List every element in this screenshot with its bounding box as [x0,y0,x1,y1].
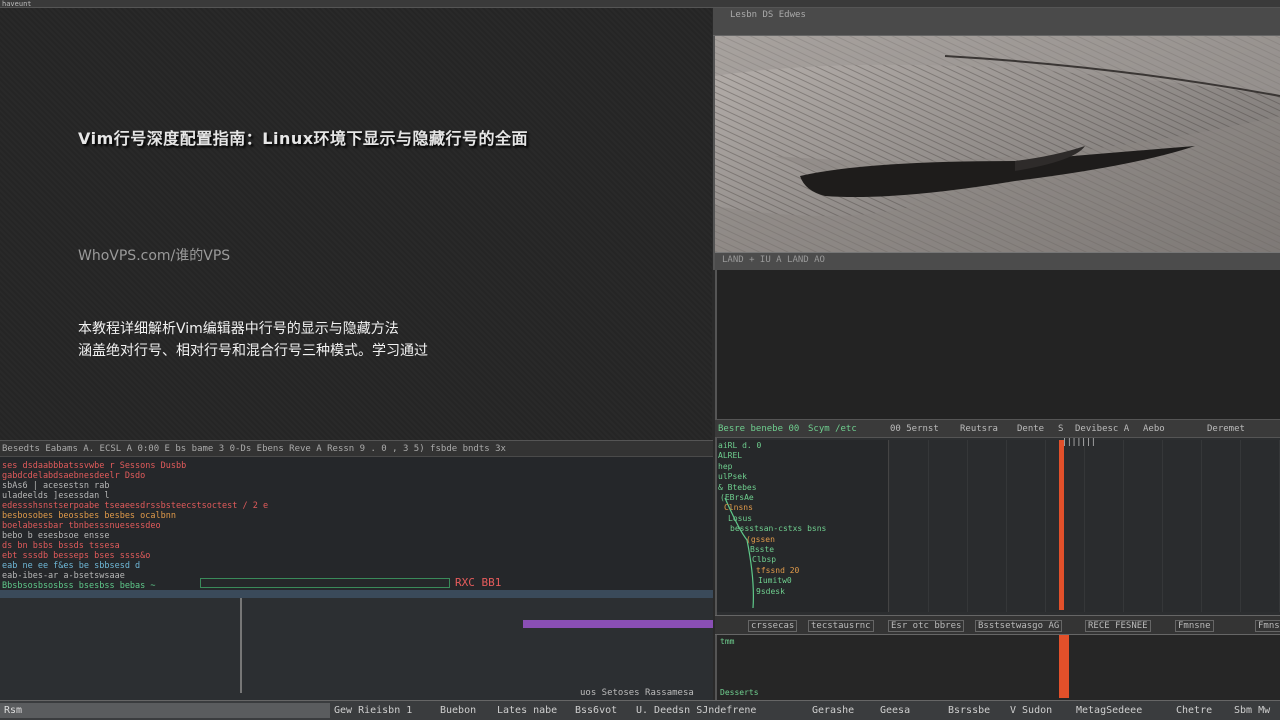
tree-item[interactable]: hep [718,462,732,471]
sand-dune-photo [715,36,1280,252]
taskbar-item[interactable]: Buebon [440,705,476,717]
hero-panel [0,8,712,440]
taskbar-item[interactable]: Sbm Mw [1234,705,1270,717]
tree-item[interactable]: Clbsp [752,555,776,564]
status-cell[interactable]: Fmnsne [1175,620,1214,632]
timeline-tab[interactable]: Devibesc A [1075,424,1129,434]
terminal-lower-pane [0,598,713,700]
status-cell[interactable]: RECE FESNEE [1085,620,1151,632]
tree-item[interactable]: 9sdesk [756,587,785,596]
terminal-line: gabdcdelabdsaebnesdeelr Dsdo [2,471,146,481]
tree-item[interactable]: (gssen [746,535,775,544]
image-viewer-footer-text: LAND + IU A LAND AO [722,255,825,265]
terminal-line: sbAs6 | acesestsn rab [2,481,110,491]
timeline-tab[interactable]: Aebo [1143,424,1165,434]
playhead-marker[interactable] [1059,440,1064,610]
pane-divider[interactable] [240,598,242,693]
tree-item[interactable]: ALREL [718,451,742,460]
tree-item[interactable]: & Btebes [718,483,757,492]
timeline-tab[interactable]: Reutsra [960,424,998,434]
tree-item[interactable]: Losus [728,514,752,523]
terminal-line: ebt sssdb besseps bses ssss&o [2,551,151,561]
taskbar-item[interactable]: Bsrssbe [948,705,990,717]
taskbar-item[interactable]: Bss6vot [575,705,617,717]
sand-dune-image [715,36,1280,252]
terminal-line: boelabessbar tbnbesssnuesessdeo [2,521,161,531]
terminal-line: edessshsnstserpoabe tseaeesdrssbsteecsts… [2,501,269,511]
terminal-line: ds bn bsbs bssds tssesa [2,541,120,551]
status-cell[interactable]: Bsstsetwasgo AG [975,620,1063,632]
image-viewer-title: Lesbn DS Edwes [730,10,806,20]
playhead-marker-lower[interactable] [1059,635,1069,698]
status-cell[interactable]: tecstausrnc [808,620,874,632]
empty-panel [715,270,1280,420]
tree-item[interactable]: (EBrsAe [720,493,754,502]
terminal-header-text: Besedts Eabams A. ECSL A 0:00 E bs bame … [2,444,506,454]
tree-item[interactable]: Bsste [750,545,774,554]
terminal-line: besbosobes beossbes besbes ocalbnn [2,511,176,521]
timeline-tab[interactable]: Dente [1017,424,1044,434]
taskbar-start-label: Rsm [4,705,23,716]
timeline-grid[interactable] [890,440,1280,612]
hero-description-line-1: 本教程详细解析Vim编辑器中行号的显示与隐藏方法 [78,321,399,337]
top-bar-label: haveunt [2,0,32,8]
tree-item[interactable]: bessstsan-cstxs bsns [730,524,826,533]
hero-title: Vim行号深度配置指南：Linux环境下显示与隐藏行号的全面 [78,129,529,148]
top-bar [0,0,1280,8]
timeline-tab[interactable]: Deremet [1207,424,1245,434]
bottom-right-panel [715,635,1280,700]
status-cell[interactable]: Fmnsne [1255,620,1280,632]
timeline-tab[interactable]: Scym /etc [808,424,857,434]
terminal-line: eab-ibes-ar a-bsetswsaae [2,571,125,581]
terminal-line: uladeelds ]esessdan l [2,491,110,501]
terminal-rxc-label: RXC BB1 [455,576,502,589]
taskbar-item[interactable]: Gerashe [812,705,854,717]
terminal-prompt-field[interactable] [200,578,450,588]
taskbar-item[interactable]: MetagSedeee [1076,705,1142,717]
hero-site-label[interactable]: WhoVPS.com/谁的VPS [78,245,230,265]
terminal-corner-label: uos Setoses Rassamesa [580,688,694,698]
tree-item[interactable]: Clnsns [724,503,753,512]
timeline-tab[interactable]: S [1058,424,1063,434]
highlight-bar [523,620,713,628]
status-cell[interactable]: Esr otc bbres [888,620,965,632]
tree-item[interactable]: ulPsek [718,472,747,481]
terminal-scrollbar[interactable] [0,590,713,598]
terminal-line: eab ne ee f&es be sbbsesd d [2,561,141,571]
taskbar-item[interactable]: U. Deedsn SJndefrene [636,705,756,717]
taskbar-item[interactable]: Chetre [1176,705,1212,717]
timeline-tab[interactable]: Besre benebe 00 [718,424,799,434]
tree-item[interactable]: Iumitw0 [758,576,792,585]
hero-description-line-2: 涵盖绝对行号、相对行号和混合行号三种模式。学习通过 [78,343,428,359]
bottom-right-footer: Desserts [720,688,759,697]
bottom-right-label: tmm [720,637,735,646]
taskbar-start-area[interactable] [0,703,330,718]
timeline-tab[interactable]: 00 5ernst [890,424,939,434]
taskbar-item[interactable]: Gew Rieisbn 1 [334,705,412,717]
terminal-line: bebo b esesbsoe ensse [2,531,110,541]
tree-item[interactable]: aiRL d. 0 [718,441,761,450]
tree-item[interactable]: tfssnd 20 [756,566,799,575]
taskbar-item[interactable]: V Sudon [1010,705,1052,717]
taskbar-item[interactable]: Lates nabe [497,705,557,717]
playhead-ticks: ||||||| [1062,437,1096,446]
status-cell[interactable]: crssecas [748,620,798,632]
terminal-line: ses dsdaabbbatssvwbe r Sessons Dusbb [2,461,187,471]
taskbar-item[interactable]: Geesa [880,705,910,717]
